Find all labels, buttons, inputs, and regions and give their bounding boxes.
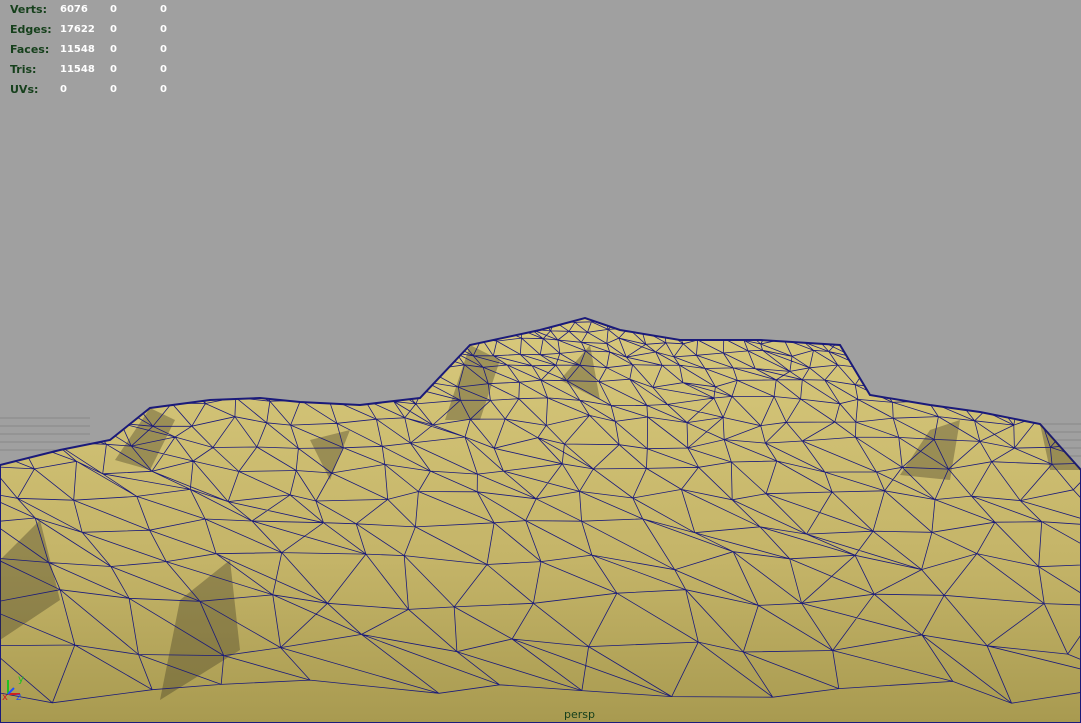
axis-label-z: z: [16, 692, 21, 702]
hud-value-edges-object: 17622: [60, 24, 95, 35]
hud-value-faces-selected: 0: [110, 44, 117, 55]
hud-value-verts-selected: 0: [110, 4, 117, 15]
perspective-viewport[interactable]: Verts: 6076 0 0 Edges: 17622 0 0 Faces: …: [0, 0, 1081, 723]
hud-label-verts: Verts:: [10, 3, 48, 16]
hud-value-faces-component: 0: [160, 44, 167, 55]
hud-value-edges-component: 0: [160, 24, 167, 35]
hud-value-tris-object: 11548: [60, 64, 95, 75]
hud-label-tris: Tris:: [10, 63, 37, 76]
hud-value-verts-object: 6076: [60, 4, 88, 15]
hud-value-faces-object: 11548: [60, 44, 95, 55]
hud-value-edges-selected: 0: [110, 24, 117, 35]
hud-value-uvs-component: 0: [160, 84, 167, 95]
hud-label-uvs: UVs:: [10, 83, 39, 96]
camera-name-label: persp: [564, 708, 595, 721]
axis-label-y: y: [18, 674, 24, 685]
axis-label-x: x: [2, 692, 8, 702]
hud-value-tris-component: 0: [160, 64, 167, 75]
hud-value-verts-component: 0: [160, 4, 167, 15]
hud-value-uvs-object: 0: [60, 84, 67, 95]
hud-label-faces: Faces:: [10, 43, 50, 56]
terrain-mesh[interactable]: [0, 0, 1081, 723]
hud-value-tris-selected: 0: [110, 64, 117, 75]
axis-gizmo-icon: x y z: [2, 674, 24, 702]
hud-value-uvs-selected: 0: [110, 84, 117, 95]
hud-label-edges: Edges:: [10, 23, 52, 36]
